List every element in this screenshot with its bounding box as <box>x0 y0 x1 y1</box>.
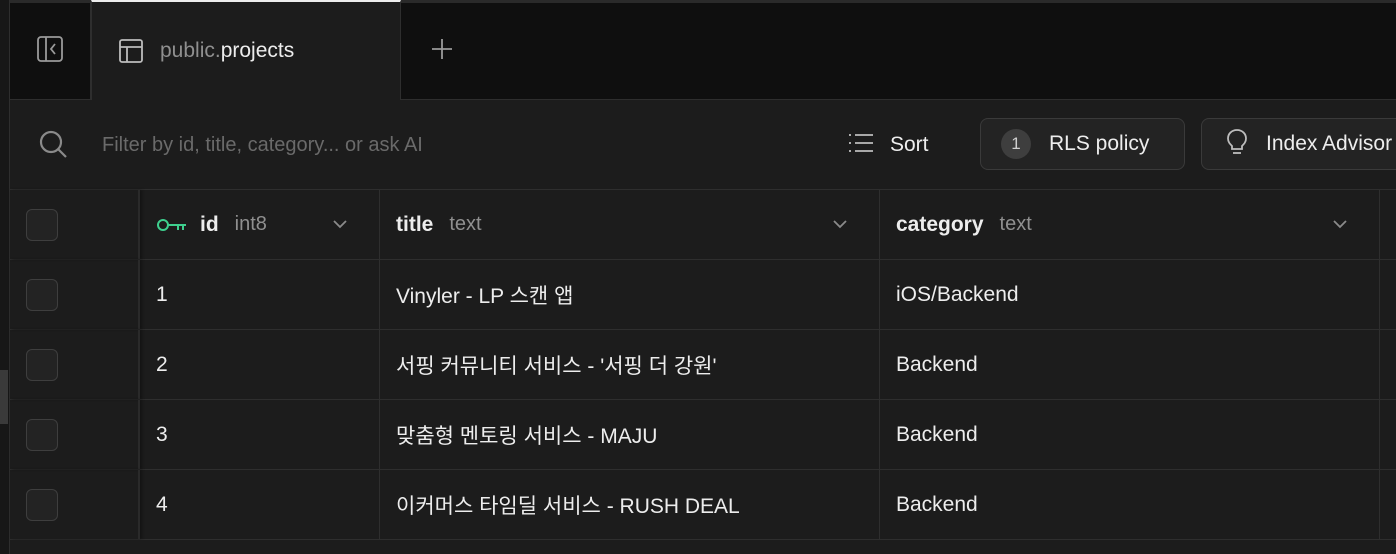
cell-category[interactable]: Backend <box>880 470 1380 539</box>
cell-overflow <box>1380 470 1396 539</box>
row-checkbox[interactable] <box>26 348 58 381</box>
cell-id[interactable]: 2 <box>140 330 380 399</box>
row-select-cell <box>10 400 140 469</box>
column-name: id <box>200 212 219 236</box>
column-type: text <box>999 213 1032 235</box>
tab-public-projects[interactable]: public. projects <box>91 0 401 100</box>
sort-list-icon <box>848 132 874 159</box>
select-all-checkbox[interactable] <box>26 208 58 241</box>
row-checkbox[interactable] <box>26 278 58 311</box>
cell-title[interactable]: 서핑 커뮤니티 서비스 - '서핑 더 강원' <box>380 330 880 399</box>
select-all-cell <box>10 190 140 259</box>
panel-toggle-button[interactable] <box>10 3 91 100</box>
search-icon <box>38 129 68 159</box>
column-name: title <box>396 212 434 236</box>
column-header-overflow <box>1380 190 1396 259</box>
column-header-id[interactable]: id int8 <box>140 190 380 259</box>
cell-category[interactable]: Backend <box>880 400 1380 469</box>
sidebar-edge <box>0 0 10 554</box>
cell-category[interactable]: iOS/Backend <box>880 260 1380 329</box>
toolbar: Sort 1 RLS policy Index Advisor <box>10 100 1396 190</box>
chevron-down-icon[interactable] <box>831 215 849 233</box>
tab-schema-name: public. <box>160 39 221 62</box>
cell-title[interactable]: Vinyler - LP 스캔 앱 <box>380 260 880 329</box>
cell-overflow <box>1380 400 1396 469</box>
cell-category[interactable]: Backend <box>880 330 1380 399</box>
table-row[interactable]: 1 Vinyler - LP 스캔 앱 iOS/Backend <box>10 260 1396 330</box>
chevron-down-icon[interactable] <box>1331 215 1349 233</box>
row-checkbox[interactable] <box>26 418 58 451</box>
column-header-category[interactable]: category text <box>880 190 1380 259</box>
table-editor: public. projects Filter by id, title, ca… <box>0 0 1396 554</box>
cell-overflow <box>1380 330 1396 399</box>
plus-icon <box>430 37 454 66</box>
index-advisor-button[interactable]: Index Advisor <box>1201 118 1396 170</box>
sidebar-scroll-handle[interactable] <box>0 370 8 424</box>
cell-title[interactable]: 이커머스 타임딜 서비스 - RUSH DEAL <box>380 470 880 539</box>
column-name: category <box>896 212 984 236</box>
tab-bar: public. projects <box>10 0 1396 100</box>
grid-header-row: id int8 title text category text <box>10 190 1396 260</box>
rls-policy-button[interactable]: 1 RLS policy <box>980 118 1185 170</box>
cell-id[interactable]: 1 <box>140 260 380 329</box>
table-row[interactable]: 2 서핑 커뮤니티 서비스 - '서핑 더 강원' Backend <box>10 330 1396 400</box>
row-select-cell <box>10 260 140 329</box>
table-row[interactable]: 4 이커머스 타임딜 서비스 - RUSH DEAL Backend <box>10 470 1396 540</box>
search-input[interactable] <box>100 126 800 164</box>
column-type: int8 <box>234 213 267 235</box>
cell-title[interactable]: 맞춤형 멘토링 서비스 - MAJU <box>380 400 880 469</box>
rls-policy-label: RLS policy <box>1049 132 1150 155</box>
grid-footer <box>10 540 1396 554</box>
row-checkbox[interactable] <box>26 488 58 521</box>
lightbulb-icon <box>1226 128 1248 161</box>
cell-id[interactable]: 3 <box>140 400 380 469</box>
table-icon <box>118 38 144 64</box>
sort-button[interactable]: Sort <box>848 120 958 170</box>
data-grid: id int8 title text category text 1 Vinyl… <box>10 190 1396 554</box>
table-row[interactable]: 3 맞춤형 멘토링 서비스 - MAJU Backend <box>10 400 1396 470</box>
rls-count-badge: 1 <box>1001 129 1031 159</box>
column-type: text <box>449 213 482 235</box>
index-advisor-label: Index Advisor <box>1266 132 1393 155</box>
row-select-cell <box>10 470 140 539</box>
cell-id[interactable]: 4 <box>140 470 380 539</box>
new-tab-button[interactable] <box>422 31 462 71</box>
row-select-cell <box>10 330 140 399</box>
cell-overflow <box>1380 260 1396 329</box>
key-icon <box>156 217 188 233</box>
chevron-down-icon[interactable] <box>331 215 349 233</box>
tab-table-name: projects <box>220 39 295 62</box>
sort-label: Sort <box>890 133 929 156</box>
column-header-title[interactable]: title text <box>380 190 880 259</box>
panel-toggle-icon <box>36 35 64 68</box>
